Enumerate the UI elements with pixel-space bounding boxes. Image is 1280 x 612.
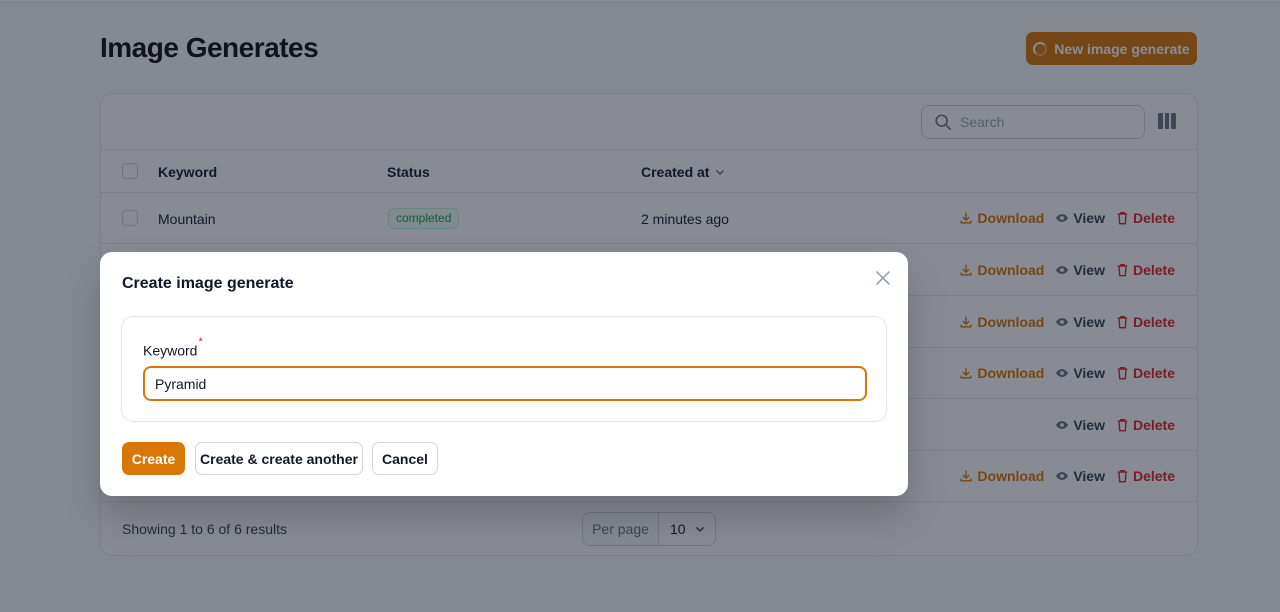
keyword-input[interactable] xyxy=(143,366,867,401)
keyword-label: Keyword* xyxy=(143,336,203,359)
create-another-button[interactable]: Create & create another xyxy=(195,442,363,475)
close-icon[interactable] xyxy=(873,268,893,288)
required-mark: * xyxy=(198,336,203,348)
keyword-label-text: Keyword xyxy=(143,342,198,359)
form-section: Keyword* xyxy=(121,316,887,422)
create-button[interactable]: Create xyxy=(122,442,185,475)
cancel-button[interactable]: Cancel xyxy=(372,442,438,475)
modal-title: Create image generate xyxy=(122,275,294,292)
create-modal: Create image generate Keyword* Create Cr… xyxy=(100,252,908,496)
